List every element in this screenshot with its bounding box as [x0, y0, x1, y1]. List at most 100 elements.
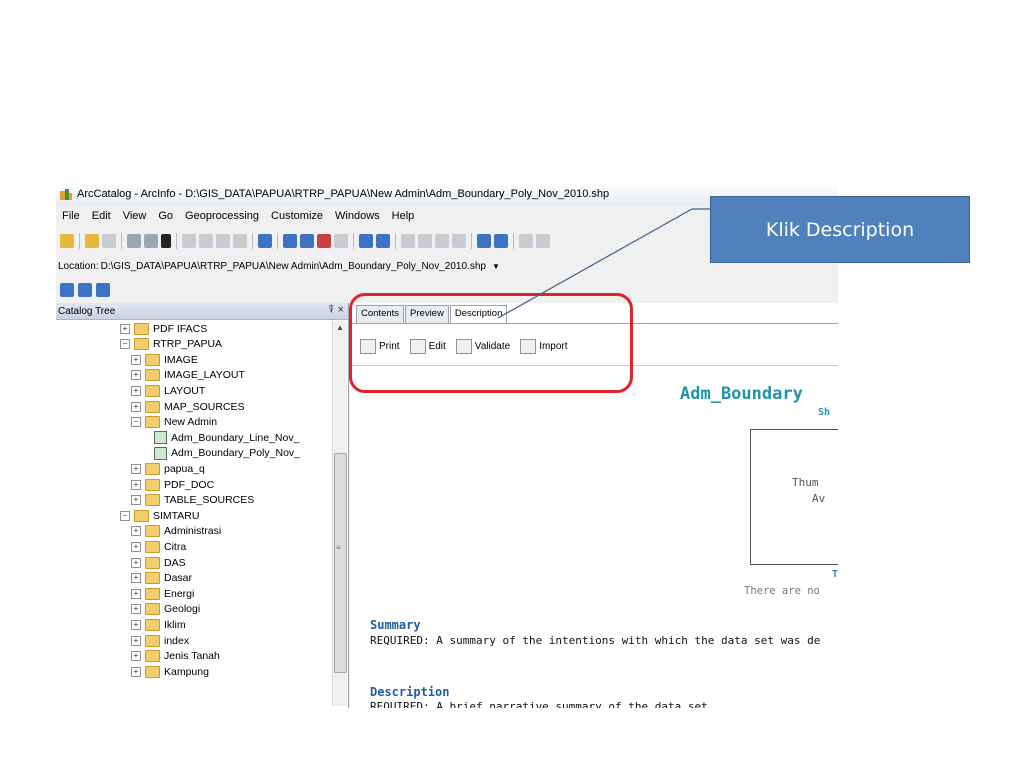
back-icon[interactable]	[477, 234, 491, 248]
expand-plus-icon[interactable]: +	[131, 370, 141, 381]
tree-item[interactable]: + papua_q	[131, 461, 205, 476]
panel-pin-close-icon[interactable]: ⍒ ×	[328, 304, 344, 317]
delete-icon[interactable]	[161, 234, 171, 248]
folder-icon	[145, 556, 160, 569]
location-dropdown-icon[interactable]: ▼	[492, 262, 500, 271]
metadata-icon[interactable]	[359, 234, 373, 248]
toolbar-separator	[176, 233, 177, 249]
tree-item[interactable]: + DAS	[131, 555, 186, 570]
tree-item-label: Geologi	[164, 603, 201, 616]
metadata-edit-icon[interactable]	[60, 283, 74, 297]
python-window-icon[interactable]	[334, 234, 348, 248]
folder-icon	[145, 416, 160, 429]
catalog-tree-header: Catalog Tree ⍒ ×	[56, 303, 348, 320]
menu-windows[interactable]: Windows	[329, 210, 386, 222]
tree-item[interactable]: + LAYOUT	[131, 383, 205, 398]
tree-item[interactable]: + Administrasi	[131, 524, 221, 539]
expand-plus-icon[interactable]: +	[120, 323, 130, 334]
arctoolbox-icon[interactable]	[283, 234, 297, 248]
tree-item[interactable]: + Jenis Tanah	[131, 649, 220, 664]
collapse-minus-icon[interactable]: −	[120, 339, 130, 350]
folder-icon	[145, 618, 160, 631]
tree-item[interactable]: − RTRP_PAPUA	[120, 337, 222, 352]
up-level-icon[interactable]	[60, 234, 74, 248]
model-builder-icon[interactable]	[317, 234, 331, 248]
expand-plus-icon[interactable]: +	[131, 573, 141, 584]
tree-item[interactable]: Adm_Boundary_Poly_Nov_	[154, 446, 300, 461]
tree-item[interactable]: + Dasar	[131, 571, 192, 586]
metadata-export-icon[interactable]	[78, 283, 92, 297]
menu-go[interactable]: Go	[152, 210, 179, 222]
full-extent-icon[interactable]	[452, 234, 466, 248]
expand-plus-icon[interactable]: +	[131, 354, 141, 365]
tree-item[interactable]: + TABLE_SOURCES	[131, 493, 254, 508]
copy-icon[interactable]	[127, 234, 141, 248]
expand-plus-icon[interactable]: +	[131, 604, 141, 615]
paste-icon[interactable]	[144, 234, 158, 248]
tree-item[interactable]: + index	[131, 633, 189, 648]
menu-file[interactable]: File	[56, 210, 86, 222]
tree-item[interactable]: Adm_Boundary_Line_Nov_	[154, 430, 299, 445]
expand-plus-icon[interactable]: +	[131, 463, 141, 474]
create-thumbnail-icon[interactable]	[536, 234, 550, 248]
scroll-thumb[interactable]	[334, 453, 347, 673]
expand-plus-icon[interactable]: +	[131, 479, 141, 490]
expand-plus-icon[interactable]: +	[131, 635, 141, 646]
disconnect-folder-icon[interactable]	[102, 234, 116, 248]
tree-item[interactable]: + Geologi	[131, 602, 200, 617]
menu-view[interactable]: View	[117, 210, 153, 222]
catalog-tree-scrollbar[interactable]: ▲ ≡	[332, 321, 347, 706]
tree-item[interactable]: + Kampung	[131, 664, 209, 679]
catalog-window-icon[interactable]	[300, 234, 314, 248]
expand-plus-icon[interactable]: +	[131, 385, 141, 396]
tree-item[interactable]: + MAP_SOURCES	[131, 399, 245, 414]
expand-plus-icon[interactable]: +	[131, 651, 141, 662]
expand-plus-icon[interactable]: +	[131, 541, 141, 552]
expand-plus-icon[interactable]: +	[131, 666, 141, 677]
tree-item-label: SIMTARU	[153, 509, 200, 522]
zoom-in-icon[interactable]	[401, 234, 415, 248]
tree-item[interactable]: − New Admin	[131, 415, 217, 430]
search-icon[interactable]	[258, 234, 272, 248]
location-input[interactable]: D:\GIS_DATA\PAPUA\RTRP_PAPUA\New Admin\A…	[101, 261, 486, 272]
tree-item[interactable]: + PDF_DOC	[131, 477, 214, 492]
menu-customize[interactable]: Customize	[265, 210, 329, 222]
collapse-minus-icon[interactable]: −	[131, 417, 141, 428]
tree-item[interactable]: + Iklim	[131, 617, 186, 632]
tree-item[interactable]: + PDF IFACS	[120, 321, 207, 336]
tree-item[interactable]: − SIMTARU	[120, 508, 199, 523]
forward-icon[interactable]	[494, 234, 508, 248]
expand-plus-icon[interactable]: +	[131, 495, 141, 506]
tree-item[interactable]: + Energi	[131, 586, 194, 601]
expand-plus-icon[interactable]: +	[131, 401, 141, 412]
tree-item-label: RTRP_PAPUA	[153, 338, 223, 351]
list-icon[interactable]	[199, 234, 213, 248]
tree-item[interactable]: + Citra	[131, 539, 186, 554]
pan-icon[interactable]	[435, 234, 449, 248]
catalog-tree: + PDF IFACS − RTRP_PAPUA + IMAGE + IMAGE_LAYOUT…	[56, 321, 332, 706]
menu-edit[interactable]: Edit	[86, 210, 117, 222]
thumbnails-icon[interactable]	[233, 234, 247, 248]
connect-folder-icon[interactable]	[85, 234, 99, 248]
tree-item[interactable]: + IMAGE_LAYOUT	[131, 368, 245, 383]
expand-plus-icon[interactable]: +	[131, 526, 141, 537]
scroll-up-icon[interactable]: ▲	[336, 323, 344, 332]
expand-plus-icon[interactable]: +	[131, 588, 141, 599]
tree-item[interactable]: + IMAGE	[131, 352, 198, 367]
thumbnail-placeholder-line1: Thum	[792, 476, 819, 489]
menu-geoprocessing[interactable]: Geoprocessing	[179, 210, 265, 222]
whats-this-icon[interactable]	[376, 234, 390, 248]
menu-help[interactable]: Help	[386, 210, 421, 222]
zoom-out-icon[interactable]	[418, 234, 432, 248]
expand-plus-icon[interactable]: +	[131, 557, 141, 568]
metadata-properties-icon[interactable]	[96, 283, 110, 297]
collapse-minus-icon[interactable]: −	[120, 510, 130, 521]
details-icon[interactable]	[216, 234, 230, 248]
expand-plus-icon[interactable]: +	[131, 619, 141, 630]
large-icons-icon[interactable]	[182, 234, 196, 248]
identify-icon[interactable]	[519, 234, 533, 248]
toolbar-separator	[471, 233, 472, 249]
toolbar-separator	[121, 233, 122, 249]
folder-icon	[145, 462, 160, 475]
tree-item-label: IMAGE	[164, 353, 198, 366]
